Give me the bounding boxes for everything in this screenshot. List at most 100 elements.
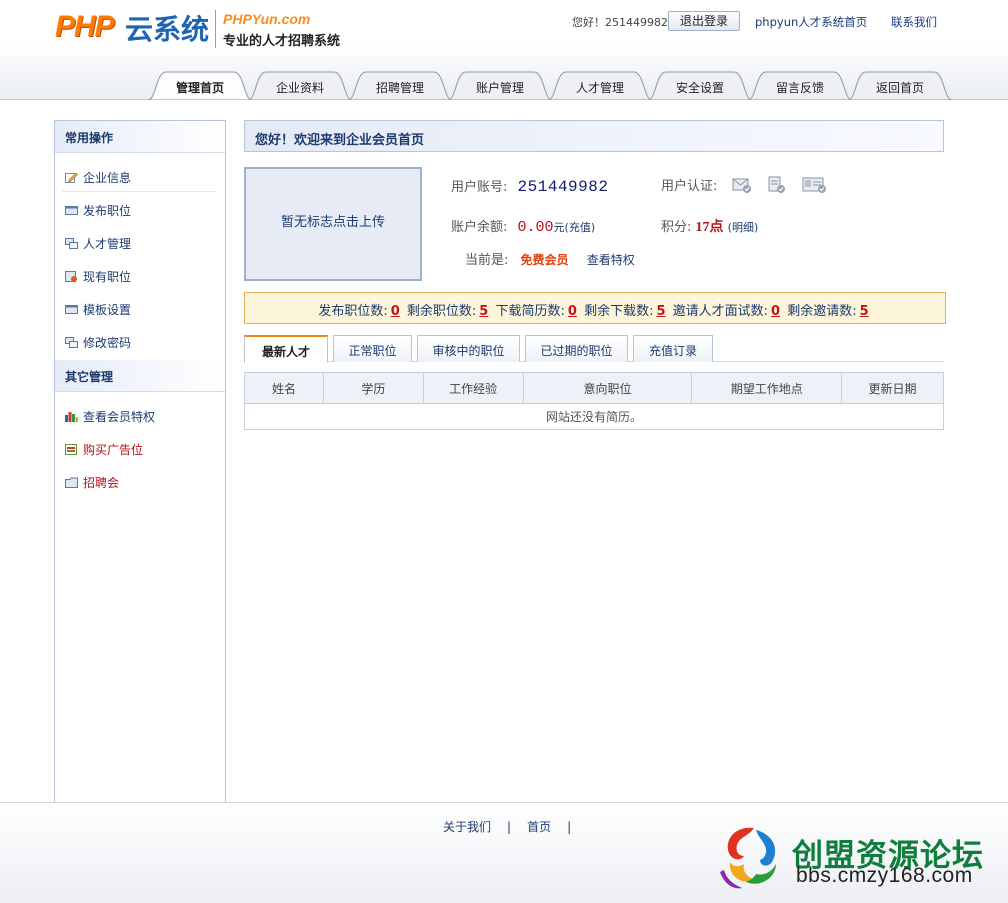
logo-yun-text: 云系统 bbox=[125, 13, 210, 46]
logo-divider bbox=[215, 10, 216, 48]
points-detail-link[interactable]: (明细) bbox=[728, 221, 759, 234]
tab-label: 账户管理 bbox=[475, 81, 524, 95]
license-cert-icon[interactable] bbox=[802, 176, 828, 194]
tab-latest-talent[interactable]: 最新人才 bbox=[244, 335, 328, 363]
column-header: 意向职位 bbox=[522, 372, 693, 404]
ad-icon bbox=[65, 444, 77, 455]
sidebar-item-job-fair[interactable]: 招聘会 bbox=[55, 464, 225, 497]
logo-site-text: PHPYun.com bbox=[223, 11, 311, 27]
sidebar-section-title-common: 常用操作 bbox=[55, 121, 225, 153]
tab-label: 招聘管理 bbox=[375, 81, 424, 95]
sidebar-item-company-info[interactable]: 企业信息 bbox=[55, 159, 225, 192]
member-type-badge: 免费会员 bbox=[520, 253, 569, 267]
footer-separator: | bbox=[567, 820, 572, 834]
column-header: 学历 bbox=[322, 372, 424, 404]
points-label: 积分: bbox=[661, 220, 692, 235]
tab-security-settings[interactable]: 安全设置 bbox=[648, 70, 752, 100]
sidebar-item-member-privileges[interactable]: 查看会员特权 bbox=[55, 398, 225, 431]
email-cert-icon[interactable] bbox=[732, 176, 752, 194]
forum-logo-icon bbox=[720, 827, 776, 889]
site-logo[interactable]: PHP 云系统 PHPYun.com 专业的人才招聘系统 bbox=[55, 4, 355, 52]
stat-value-posted-jobs[interactable]: 0 bbox=[391, 304, 400, 319]
folder-icon bbox=[65, 477, 78, 488]
tab-account-manage[interactable]: 账户管理 bbox=[448, 70, 552, 100]
password-icon bbox=[65, 337, 78, 348]
page-title: 您好！欢迎来到企业会员首页 bbox=[244, 120, 944, 152]
tab-feedback[interactable]: 留言反馈 bbox=[748, 70, 852, 100]
sidebar-item-label: 现有职位 bbox=[83, 270, 132, 284]
account-label: 用户账号: bbox=[451, 180, 508, 195]
points-row: 积分: 17点 (明细) bbox=[661, 216, 758, 236]
system-home-link[interactable]: phpyun人才系统首页 bbox=[755, 14, 867, 30]
about-us-link[interactable]: 关于我们 bbox=[443, 820, 491, 834]
column-header: 更新日期 bbox=[841, 372, 944, 404]
sidebar-item-current-jobs[interactable]: 现有职位 bbox=[55, 258, 225, 291]
account-value: 251449982 bbox=[517, 178, 609, 196]
users-icon bbox=[65, 238, 78, 249]
main-nav: 管理首页 企业资料 招聘管理 账户管理 人才管理 安全设置 留言反馈 返回首页 bbox=[140, 70, 952, 100]
footer-home-link[interactable]: 首页 bbox=[527, 820, 551, 834]
tab-company-info[interactable]: 企业资料 bbox=[248, 70, 352, 100]
empty-table-message: 网站还没有简历。 bbox=[244, 403, 944, 430]
logout-button[interactable]: 退出登录 bbox=[668, 11, 740, 31]
forum-watermark: 创盟资源论坛 bbs.cmzy168.com bbox=[714, 818, 1004, 896]
balance-label: 账户余额: bbox=[451, 220, 508, 235]
sidebar-item-label: 修改密码 bbox=[83, 336, 132, 350]
bar-chart-icon bbox=[65, 412, 78, 422]
edit-icon bbox=[65, 172, 78, 183]
logo-slogan: 专业的人才招聘系统 bbox=[223, 34, 341, 49]
footer-links: 关于我们 | 首页 | bbox=[443, 818, 587, 835]
tab-label: 管理首页 bbox=[175, 81, 224, 95]
stat-value-remaining-jobs[interactable]: 5 bbox=[479, 304, 488, 319]
column-header: 工作经验 bbox=[422, 372, 524, 404]
sidebar-item-label: 企业信息 bbox=[83, 171, 132, 185]
window-icon bbox=[65, 206, 78, 215]
job-list-icon bbox=[65, 271, 77, 282]
tab-recharge-orders[interactable]: 充值订录 bbox=[633, 335, 713, 362]
upload-logo-box[interactable]: 暂无标志点击上传 bbox=[244, 167, 422, 281]
sidebar-item-change-password[interactable]: 修改密码 bbox=[55, 324, 225, 357]
stat-value-downloads[interactable]: 0 bbox=[568, 304, 577, 319]
sidebar-item-label: 模板设置 bbox=[83, 303, 132, 317]
view-privileges-link[interactable]: 查看特权 bbox=[587, 253, 635, 267]
tab-label: 人才管理 bbox=[575, 81, 624, 95]
sidebar-item-template-settings[interactable]: 模板设置 bbox=[55, 291, 225, 324]
contact-us-link[interactable]: 联系我们 bbox=[891, 14, 937, 30]
sidebar: 常用操作 企业信息 发布职位 人才管理 现有职位 模板设置 修改密码 其它管理 … bbox=[54, 120, 226, 802]
stats-bar: 发布职位数: 0 剩余职位数: 5 下载简历数: 0 剩余下载数: 5 邀请人才面试数:… bbox=[244, 292, 946, 324]
column-header: 期望工作地点 bbox=[691, 372, 843, 404]
stat-label: 剩余下载数: bbox=[584, 304, 654, 319]
member-row: 当前是: 免费会员 查看特权 bbox=[465, 249, 635, 268]
sidebar-item-label: 购买广告位 bbox=[83, 443, 144, 457]
tab-talent-manage[interactable]: 人才管理 bbox=[548, 70, 652, 100]
stat-value-interviews[interactable]: 0 bbox=[771, 304, 780, 319]
table-header-row: 姓名 学历 工作经验 意向职位 期望工作地点 更新日期 bbox=[244, 372, 944, 404]
sidebar-item-talent-manage[interactable]: 人才管理 bbox=[55, 225, 225, 258]
tab-back-home[interactable]: 返回首页 bbox=[848, 70, 952, 100]
recharge-link[interactable]: (充值) bbox=[565, 221, 596, 234]
header: PHP 云系统 PHPYun.com 专业的人才招聘系统 您好！25144998… bbox=[0, 0, 1008, 100]
tab-label: 企业资料 bbox=[275, 81, 324, 95]
tab-label: 留言反馈 bbox=[775, 81, 824, 95]
tab-recruit-manage[interactable]: 招聘管理 bbox=[348, 70, 452, 100]
balance-row: 账户余额: 0.00元(充值) bbox=[451, 216, 595, 236]
sidebar-item-buy-ad[interactable]: 购买广告位 bbox=[55, 431, 225, 464]
stat-label: 剩余职位数: bbox=[406, 304, 477, 319]
stat-value-remaining-invites[interactable]: 5 bbox=[860, 304, 869, 319]
column-header: 姓名 bbox=[244, 372, 324, 404]
sidebar-item-label: 招聘会 bbox=[83, 476, 120, 490]
points-value: 17点 bbox=[695, 220, 724, 235]
tab-normal-jobs[interactable]: 正常职位 bbox=[333, 335, 412, 362]
sidebar-item-post-job[interactable]: 发布职位 bbox=[55, 192, 225, 225]
sidebar-item-label: 人才管理 bbox=[83, 237, 132, 251]
tab-pending-jobs[interactable]: 审核中的职位 bbox=[417, 335, 520, 362]
watermark-url: bbs.cmzy168.com bbox=[796, 864, 973, 887]
balance-unit: 元 bbox=[553, 221, 565, 234]
stat-value-remaining-downloads[interactable]: 5 bbox=[656, 304, 665, 319]
tab-admin-home[interactable]: 管理首页 bbox=[148, 70, 252, 100]
table-row: 网站还没有简历。 bbox=[244, 403, 944, 430]
document-cert-icon[interactable] bbox=[766, 176, 786, 194]
logo-php-text: PHP bbox=[55, 10, 115, 43]
tab-expired-jobs[interactable]: 已过期的职位 bbox=[525, 335, 628, 362]
sidebar-section-title-other: 其它管理 bbox=[55, 360, 225, 392]
